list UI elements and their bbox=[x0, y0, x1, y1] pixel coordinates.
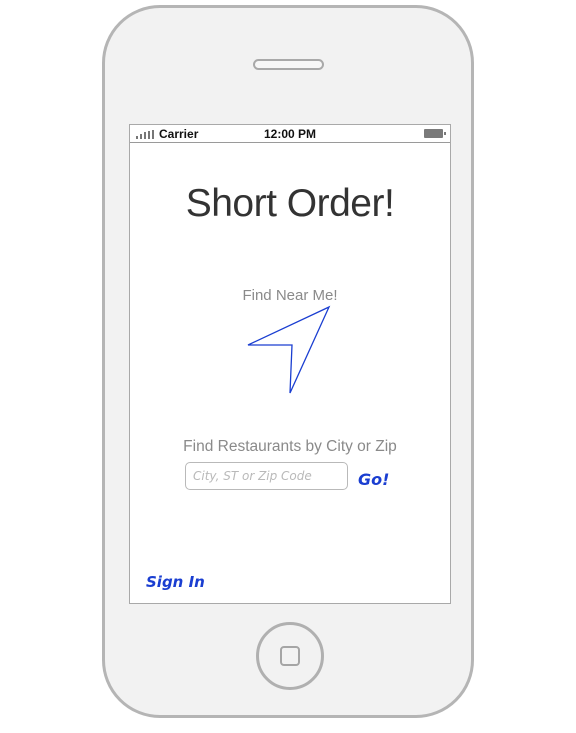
phone-screen: Carrier 12:00 PM Short Order! Find Near … bbox=[129, 124, 451, 604]
status-time: 12:00 PM bbox=[263, 127, 317, 141]
home-square-icon bbox=[280, 646, 300, 666]
phone-speaker bbox=[253, 59, 324, 70]
battery-icon bbox=[424, 129, 446, 138]
find-restaurants-label: Find Restaurants by City or Zip bbox=[183, 438, 397, 455]
city-zip-input[interactable] bbox=[185, 462, 348, 490]
app-title: Short Order! bbox=[185, 182, 395, 225]
location-arrow-icon[interactable] bbox=[240, 299, 350, 399]
home-button[interactable] bbox=[256, 622, 324, 690]
status-bar: Carrier 12:00 PM bbox=[130, 125, 450, 143]
sign-in-link[interactable]: Sign In bbox=[146, 573, 205, 591]
go-button[interactable]: Go! bbox=[358, 470, 389, 489]
